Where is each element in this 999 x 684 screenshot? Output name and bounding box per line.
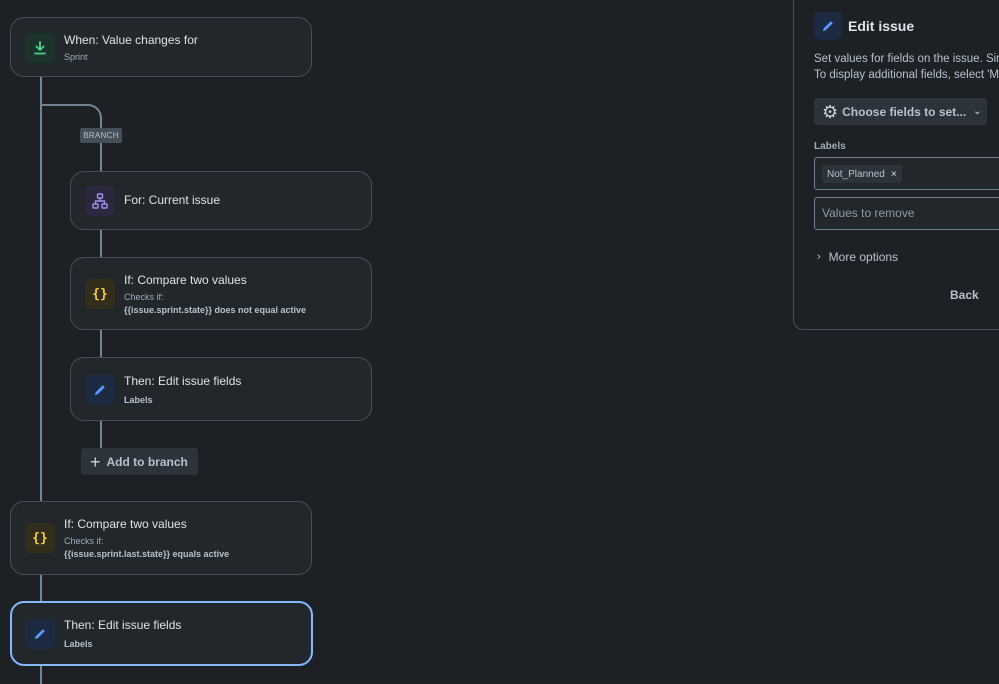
gear-icon: ⚙ [822, 101, 839, 122]
choose-fields-label: Choose fields to set... [842, 104, 967, 119]
braces-icon: {} [25, 523, 55, 553]
main-then-title: Then: Edit issue fields [64, 618, 182, 632]
braces-icon: {} [85, 279, 115, 309]
labels-field-label: Labels [814, 141, 846, 152]
branch-then-subtitle: Labels [124, 395, 153, 405]
panel-description-line2: To display additional fields, select 'M [814, 69, 999, 81]
panel-description-line1: Set values for fields on the issue. Sin [814, 53, 999, 65]
add-to-branch-label: Add to branch [106, 454, 188, 469]
trigger-card[interactable]: When: Value changes for Sprint [10, 17, 312, 77]
main-if-condition: {{issue.sprint.last.state}} equals activ… [64, 549, 230, 559]
pencil-icon [25, 619, 55, 649]
main-if-checks-label: Checks if: [64, 536, 104, 546]
download-arrow-icon [25, 33, 55, 63]
main-connector-line-bottom [40, 574, 42, 602]
chevron-right-icon: › [817, 251, 821, 263]
branch-for-card[interactable]: For: Current issue [70, 171, 372, 230]
branch-if-condition: {{issue.sprint.state}} does not equal ac… [124, 305, 307, 315]
trigger-subtitle: Sprint [64, 52, 88, 62]
choose-fields-button[interactable]: ⚙ Choose fields to set... ⌄ [814, 98, 987, 125]
main-connector-line-end [40, 665, 42, 684]
back-button[interactable]: Back [950, 288, 979, 302]
main-connector-line [40, 76, 42, 502]
main-if-title: If: Compare two values [64, 517, 187, 531]
hierarchy-icon [85, 186, 115, 216]
pencil-icon [85, 375, 115, 405]
more-options-toggle[interactable]: › More options [817, 250, 898, 264]
branch-tag: BRANCH [80, 128, 122, 143]
add-to-branch-button[interactable]: + Add to branch [81, 448, 198, 475]
label-tag-text: Not_Planned [827, 168, 885, 180]
branch-if-title: If: Compare two values [124, 273, 247, 287]
more-options-label: More options [828, 250, 899, 264]
main-then-card[interactable]: Then: Edit issue fields Labels [10, 601, 313, 666]
branch-then-title: Then: Edit issue fields [124, 374, 242, 388]
panel-title: Edit issue [848, 18, 915, 34]
plus-icon: + [90, 451, 101, 472]
branch-connector-line-3 [100, 329, 102, 358]
branch-then-card[interactable]: Then: Edit issue fields Labels [70, 357, 372, 421]
values-to-remove-placeholder: Values to remove [822, 206, 915, 220]
main-if-card[interactable]: {} If: Compare two values Checks if: {{i… [10, 501, 312, 575]
branch-for-title: For: Current issue [124, 193, 221, 207]
trigger-title: When: Value changes for [64, 33, 198, 47]
branch-connector-line-4 [100, 420, 102, 449]
main-then-subtitle: Labels [64, 639, 93, 649]
branch-if-checks-label: Checks if: [124, 292, 164, 302]
branch-connector-line-2 [100, 229, 102, 258]
pencil-icon [814, 12, 842, 40]
label-tag: Not_Planned × [822, 165, 902, 183]
remove-tag-icon[interactable]: × [891, 169, 897, 180]
branch-if-card[interactable]: {} If: Compare two values Checks if: {{i… [70, 257, 372, 330]
chevron-down-icon: ⌄ [973, 106, 982, 117]
